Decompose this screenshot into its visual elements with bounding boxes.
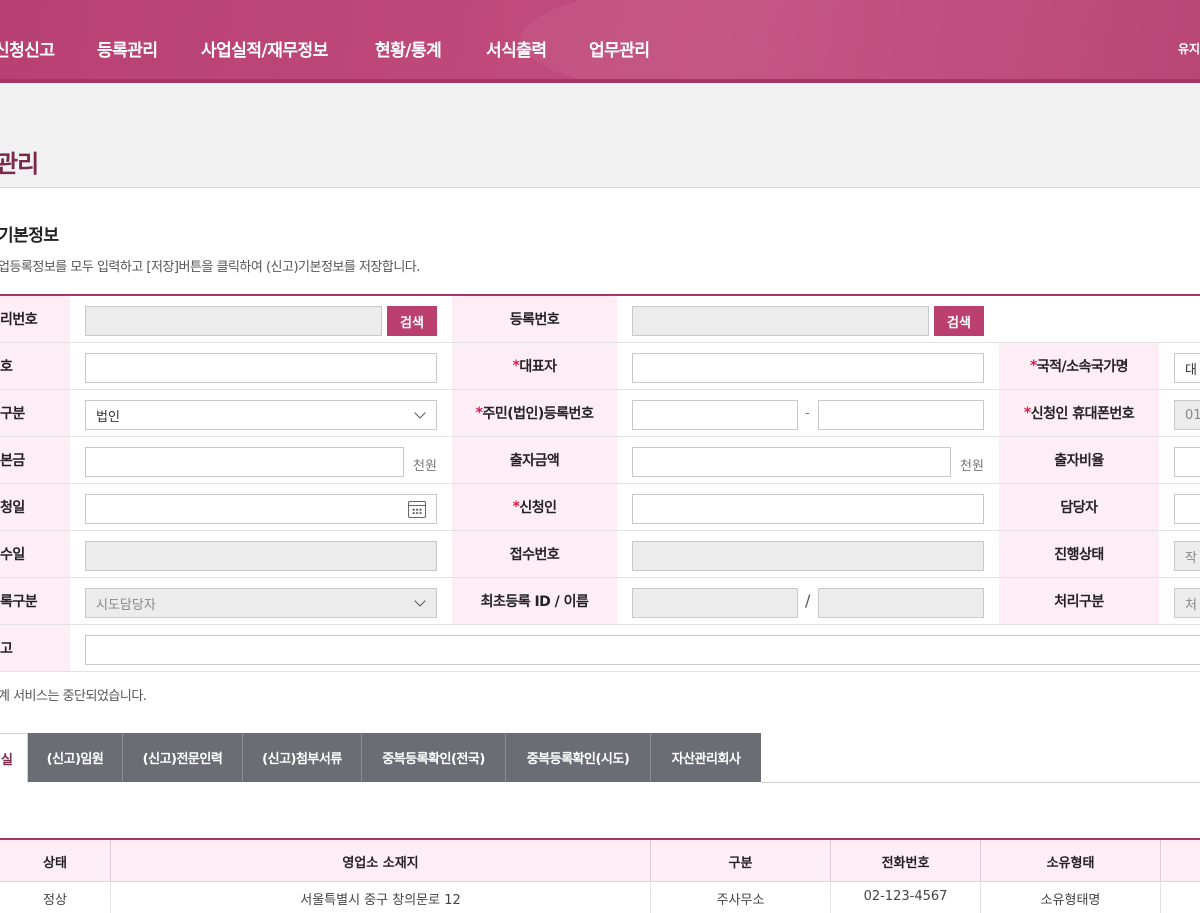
field-label: 등록번호 xyxy=(452,296,617,342)
tab-business-office[interactable]: 실 xyxy=(0,733,28,783)
field-label: 접수번호 xyxy=(452,531,617,577)
column-header[interactable] xyxy=(1161,840,1200,882)
page-title: 관리 xyxy=(0,150,39,178)
search-button[interactable]: 검색 xyxy=(387,306,437,336)
progress-status-input[interactable]: 작 xyxy=(1174,541,1200,571)
receipt-number-input[interactable] xyxy=(632,541,984,571)
nav-item-application[interactable]: 신청신고 xyxy=(0,36,55,61)
processing-type-input[interactable]: 처 xyxy=(1174,588,1200,618)
form-row: 록구분 시도담당자 최초등록 ID / 이름 / 처리구분 처 xyxy=(0,578,1200,625)
table-cell: 서울특별시 중구 창의문로 12 xyxy=(111,883,651,913)
applicant-input[interactable] xyxy=(632,494,984,524)
table-cell: 02-123-4567 xyxy=(831,883,981,913)
table-row[interactable]: 정상 서울특별시 중구 창의문로 12 주사무소 02-123-4567 소유형… xyxy=(0,883,1200,913)
field-label: 본금 xyxy=(0,437,70,483)
field-label: * 신청인 휴대폰번호 xyxy=(999,390,1159,436)
nationality-input[interactable]: 대 xyxy=(1174,353,1200,383)
column-header[interactable]: 전화번호 xyxy=(831,840,981,882)
column-header[interactable]: 상태 xyxy=(0,840,111,882)
section-description: 업등록정보를 모두 입력하고 [저장]버튼을 클릭하여 (신고)기본정보를 저장… xyxy=(0,260,420,275)
representative-input[interactable] xyxy=(632,353,984,383)
slash-separator: / xyxy=(805,591,811,610)
column-header[interactable]: 영업소 소재지 xyxy=(111,840,651,882)
entity-type-select[interactable]: 법인 xyxy=(85,400,437,430)
form-row: 호 * 대표자 * 국적/소속국가명 대 xyxy=(0,343,1200,390)
field-label: * 대표자 xyxy=(452,343,617,389)
first-registrant-id-input[interactable] xyxy=(632,588,798,618)
mobile-phone-input[interactable]: 01 xyxy=(1174,400,1200,430)
field-label: 수일 xyxy=(0,531,70,577)
field-label: 록구분 xyxy=(0,578,70,624)
field-label: 처리구분 xyxy=(999,578,1159,624)
form-row: 청일 * 신청인 담당자 xyxy=(0,484,1200,531)
form-row: 수일 접수번호 진행상태 작 xyxy=(0,531,1200,578)
field-label: 출자금액 xyxy=(452,437,617,483)
tab-duplicate-check-city[interactable]: 중복등록확인(시도) xyxy=(506,733,651,782)
table-cell: 20 xyxy=(1161,883,1200,913)
chevron-down-icon xyxy=(414,595,426,607)
form-row: 본금 천원 출자금액 천원 출자비율 xyxy=(0,437,1200,484)
form-row: 구분 법인 * 주민(법인)등록번호 - * 신청인 휴대폰번호 01 xyxy=(0,390,1200,437)
table-cell: 정상 xyxy=(0,883,111,913)
management-number-input[interactable] xyxy=(85,306,382,336)
capital-input[interactable] xyxy=(85,447,404,477)
tab-asset-management[interactable]: 자산관리회사 xyxy=(651,733,761,782)
basic-info-form: 리번호 검색 등록번호 검색 호 * 대표자 * 국적/소속국가명 대 구분 법인 … xyxy=(0,294,1200,672)
field-label: 최초등록 ID / 이름 xyxy=(452,578,617,624)
form-row: 고 xyxy=(0,625,1200,672)
office-table: 상태 영업소 소재지 구분 전화번호 소유형태 정상 서울특별시 중구 창의문로… xyxy=(0,838,1200,913)
field-label: 청일 xyxy=(0,484,70,530)
nav-item-statistics[interactable]: 현황/통계 xyxy=(375,36,442,61)
field-label: 리번호 xyxy=(0,296,70,342)
calendar-icon[interactable] xyxy=(408,501,426,518)
field-label: * 신청인 xyxy=(452,484,617,530)
field-label: 고 xyxy=(0,625,70,671)
table-cell: 소유형태명 xyxy=(981,883,1161,913)
field-label: * 국적/소속국가명 xyxy=(999,343,1159,389)
user-menu[interactable]: 유지 xyxy=(1178,40,1200,57)
nav-item-print-forms[interactable]: 서식출력 xyxy=(486,36,547,61)
field-label: 출자비율 xyxy=(999,437,1159,483)
nav-item-business-finance[interactable]: 사업실적/재무정보 xyxy=(201,36,328,61)
investment-amount-input[interactable] xyxy=(632,447,951,477)
company-name-input[interactable] xyxy=(85,353,437,383)
field-label: 호 xyxy=(0,343,70,389)
tab-duplicate-check-national[interactable]: 중복등록확인(전국) xyxy=(362,733,506,782)
page-title-band: 관리 xyxy=(0,83,1200,188)
section-title: 기본정보 xyxy=(0,226,59,246)
column-header[interactable]: 구분 xyxy=(651,840,831,882)
resident-number-front-input[interactable] xyxy=(632,400,798,430)
form-row: 리번호 검색 등록번호 검색 xyxy=(0,296,1200,343)
tab-professionals[interactable]: (신고)전문인력 xyxy=(123,733,243,782)
table-header: 상태 영업소 소재지 구분 전화번호 소유형태 xyxy=(0,840,1200,882)
field-label: 진행상태 xyxy=(999,531,1159,577)
service-notice: 계 서비스는 중단되었습니다. xyxy=(0,689,147,704)
search-button[interactable]: 검색 xyxy=(934,306,984,336)
field-label: 담당자 xyxy=(999,484,1159,530)
top-navigation-bar: 신청신고 등록관리 사업실적/재무정보 현황/통계 서식출력 업무관리 유지 xyxy=(0,0,1200,83)
investment-ratio-input[interactable] xyxy=(1174,447,1200,477)
remarks-input[interactable] xyxy=(85,635,1200,665)
chevron-down-icon xyxy=(414,407,426,419)
unit-label: 천원 xyxy=(413,459,437,474)
field-label: 구분 xyxy=(0,390,70,436)
tab-executives[interactable]: (신고)임원 xyxy=(28,733,123,782)
dash-separator: - xyxy=(805,406,810,421)
nav-item-work-management[interactable]: 업무관리 xyxy=(589,36,650,61)
registration-type-select[interactable]: 시도담당자 xyxy=(85,588,437,618)
tabs-divider xyxy=(761,782,1200,783)
column-header[interactable]: 소유형태 xyxy=(981,840,1161,882)
unit-label: 천원 xyxy=(960,459,984,474)
application-date-input[interactable] xyxy=(85,494,437,524)
manager-input[interactable] xyxy=(1174,494,1200,524)
tab-attachments[interactable]: (신고)첨부서류 xyxy=(243,733,362,782)
registration-number-input[interactable] xyxy=(632,306,929,336)
resident-number-back-input[interactable] xyxy=(818,400,984,430)
nav-item-registration[interactable]: 등록관리 xyxy=(97,36,158,61)
first-registrant-name-input[interactable] xyxy=(818,588,984,618)
receipt-date-input[interactable] xyxy=(85,541,437,571)
field-label: * 주민(법인)등록번호 xyxy=(452,390,617,436)
table-cell: 주사무소 xyxy=(651,883,831,913)
